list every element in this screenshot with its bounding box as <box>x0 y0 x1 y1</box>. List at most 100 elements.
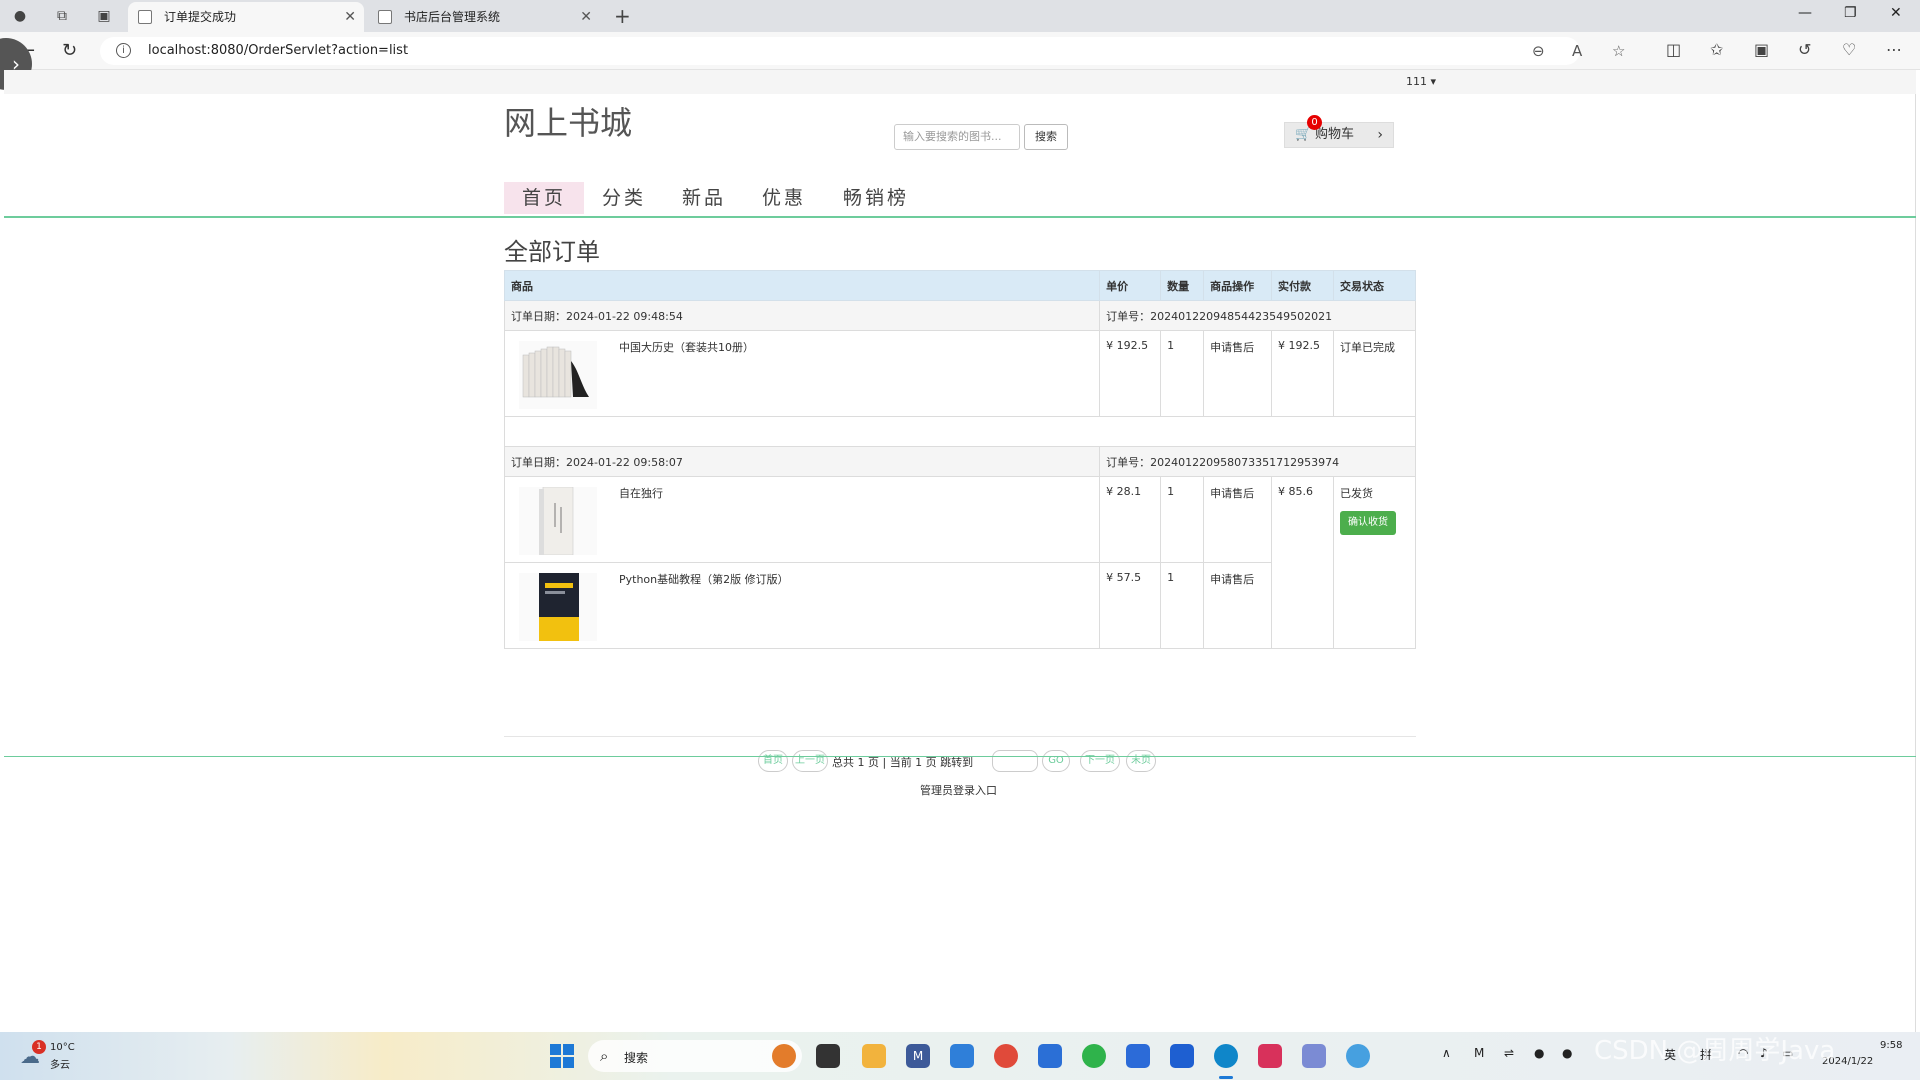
order-date: 订单日期：2024-01-22 09:58:07 <box>503 446 1101 477</box>
app-icon[interactable] <box>1302 1044 1326 1068</box>
tray-chevron-up-icon[interactable]: ∧ <box>1442 1046 1451 1060</box>
split-screen-icon[interactable]: ◫ <box>1666 40 1681 59</box>
workspaces-icon[interactable]: ⧉ <box>52 6 72 26</box>
search-icon: ⌕ <box>600 1047 609 1065</box>
tab-order-success[interactable]: 订单提交成功 ✕ <box>128 2 364 32</box>
performance-icon[interactable]: ♡ <box>1842 40 1856 59</box>
restore-icon[interactable]: ❐ <box>1844 5 1857 21</box>
chrome-icon[interactable] <box>994 1044 1018 1068</box>
app-icon[interactable] <box>1346 1044 1370 1068</box>
file-explorer-icon[interactable] <box>862 1044 886 1068</box>
more-menu-icon[interactable]: ⋯ <box>1886 40 1902 59</box>
cloud-app-icon[interactable] <box>950 1044 974 1068</box>
search-input[interactable]: 输入要搜索的图书... <box>894 124 1020 150</box>
search-button[interactable]: 搜索 <box>1024 124 1068 150</box>
site-info-icon[interactable]: i <box>116 43 131 58</box>
clock-time[interactable]: 9:58 <box>1880 1040 1902 1051</box>
weather-temperature[interactable]: 10°C <box>50 1042 75 1053</box>
order-number: 订单号：20240122095807335171295397​4 <box>1099 446 1416 477</box>
collections-icon[interactable]: ▣ <box>1754 40 1769 59</box>
product-name[interactable]: 中国大历史（套装共10册） <box>619 339 754 355</box>
product-image-zizaiduxing[interactable] <box>519 487 597 555</box>
page-favicon-icon <box>378 10 392 24</box>
favorites-icon[interactable]: ✩ <box>1710 40 1723 59</box>
product-cell: 中国大历史（套装共10册） <box>503 330 1101 417</box>
url-field[interactable]: i localhost:8080/OrderServlet?action=lis… <box>100 37 1625 65</box>
read-aloud-icon[interactable]: A <box>1572 42 1582 60</box>
nav-item-home[interactable]: 首页 <box>504 182 584 214</box>
product-name[interactable]: Python基础教程（第2版 修订版） <box>619 571 789 587</box>
admin-login-link[interactable]: 管理员登录入口 <box>920 782 997 798</box>
task-view-icon[interactable] <box>816 1044 840 1068</box>
unit-price: ¥ 57.5 <box>1099 562 1162 649</box>
after-sales-link[interactable]: 申请售后 <box>1203 330 1273 417</box>
order-header-row: 订单日期：2024-01-22 09:48:54 订单号：20240122094… <box>503 300 1416 331</box>
taskbar-search-label: 搜索 <box>624 1051 649 1065</box>
order-status: 订单已完成 <box>1332 330 1417 417</box>
security-app-icon[interactable] <box>1170 1044 1194 1068</box>
favorite-star-icon[interactable]: ☆ <box>1612 42 1625 60</box>
profile-icon[interactable]: ● <box>10 6 30 26</box>
jump-page-input[interactable] <box>992 750 1038 772</box>
tray-app-icon[interactable]: M <box>1474 1046 1484 1060</box>
close-tab-icon[interactable]: ✕ <box>580 2 592 32</box>
history-icon[interactable]: ↺ <box>1798 40 1811 59</box>
new-tab-icon[interactable]: + <box>614 4 631 28</box>
nav-item-new[interactable]: 新品 <box>664 182 744 214</box>
column-header: 数量 <box>1160 270 1205 301</box>
order-item-row: 自在独行 ¥ 28.1 1 申请售后 ¥ 85.6 已发货 确认收货 <box>503 476 1417 649</box>
site-title[interactable]: 网上书城 <box>504 98 632 144</box>
paid-amount: ¥ 192.5 <box>1271 330 1334 417</box>
minimize-icon[interactable]: — <box>1798 5 1812 21</box>
csdn-watermark: CSDN @周周学Java <box>1594 1036 1836 1066</box>
table-header: 商品 单价 数量 商品操作 实付款 交易状态 <box>503 270 1417 301</box>
weather-description[interactable]: 多云 <box>50 1056 70 1071</box>
gmail-app-icon[interactable]: M <box>906 1044 930 1068</box>
cart-button[interactable]: 🛒 0 购物车 › <box>1284 115 1394 148</box>
product-name[interactable]: 自在独行 <box>619 485 663 501</box>
tab-admin-system[interactable]: 书店后台管理系统 ✕ <box>368 2 600 32</box>
order-item-row: 中国大历史（套装共10册） ¥ 192.5 1 申请售后 ¥ 192.5 订单已… <box>503 330 1417 417</box>
product-image-history-set[interactable] <box>519 341 597 409</box>
start-menu-icon[interactable] <box>550 1044 574 1068</box>
user-menu[interactable]: 111 ▾ <box>1406 75 1436 88</box>
confirm-receipt-button[interactable]: 确认收货 <box>1339 511 1396 535</box>
tray-qq-icon[interactable]: ● <box>1562 1046 1572 1060</box>
column-header: 商品 <box>503 270 1101 301</box>
url-text[interactable]: localhost:8080/OrderServlet?action=list <box>148 43 408 58</box>
tab-actions-icon[interactable]: ▣ <box>94 6 114 26</box>
last-page-button[interactable]: 末页 <box>1126 750 1156 772</box>
feishu-icon[interactable] <box>1038 1044 1062 1068</box>
order-spacer <box>504 416 1416 447</box>
nav-item-bestseller[interactable]: 畅销榜 <box>824 182 928 214</box>
after-sales-link[interactable]: 申请售后 <box>1203 476 1273 563</box>
tab-title: 书店后台管理系统 <box>404 10 501 24</box>
product-cell: Python基础教程（第2版 修订版） <box>503 562 1101 649</box>
quantity: 1 <box>1160 562 1205 649</box>
weather-badge: 1 <box>32 1040 46 1054</box>
orders-table: 商品 单价 数量 商品操作 实付款 交易状态 订单日期：2024-01-22 0… <box>503 270 1417 649</box>
nav-item-category[interactable]: 分类 <box>584 182 664 214</box>
tray-qq-icon[interactable]: ● <box>1534 1046 1544 1060</box>
order-header-row: 订单日期：2024-01-22 09:58:07 订单号：20240122095… <box>503 446 1416 477</box>
taskbar-search[interactable]: ⌕ 搜索 <box>588 1040 802 1072</box>
refresh-icon[interactable]: ↻ <box>62 40 77 61</box>
first-page-button[interactable]: 首页 <box>758 750 788 772</box>
prev-page-button[interactable]: 上一页 <box>792 750 828 772</box>
column-header: 单价 <box>1099 270 1162 301</box>
nav-item-discount[interactable]: 优惠 <box>744 182 824 214</box>
wechat-icon[interactable] <box>1082 1044 1106 1068</box>
after-sales-link[interactable]: 申请售后 <box>1203 562 1273 649</box>
footer-divider <box>4 756 1916 757</box>
docs-app-icon[interactable] <box>1126 1044 1150 1068</box>
go-button[interactable]: GO <box>1042 750 1070 772</box>
intellij-icon[interactable] <box>1258 1044 1282 1068</box>
edge-browser-icon[interactable] <box>1214 1044 1238 1068</box>
next-page-button[interactable]: 下一页 <box>1080 750 1120 772</box>
zoom-icon[interactable]: ⊖ <box>1532 42 1545 60</box>
product-image-python-basics[interactable] <box>519 573 597 641</box>
page-title: 全部订单 <box>504 238 600 266</box>
close-tab-icon[interactable]: ✕ <box>344 2 356 32</box>
close-window-icon[interactable]: ✕ <box>1890 5 1902 21</box>
tray-app-icon[interactable]: ⇌ <box>1504 1046 1514 1060</box>
